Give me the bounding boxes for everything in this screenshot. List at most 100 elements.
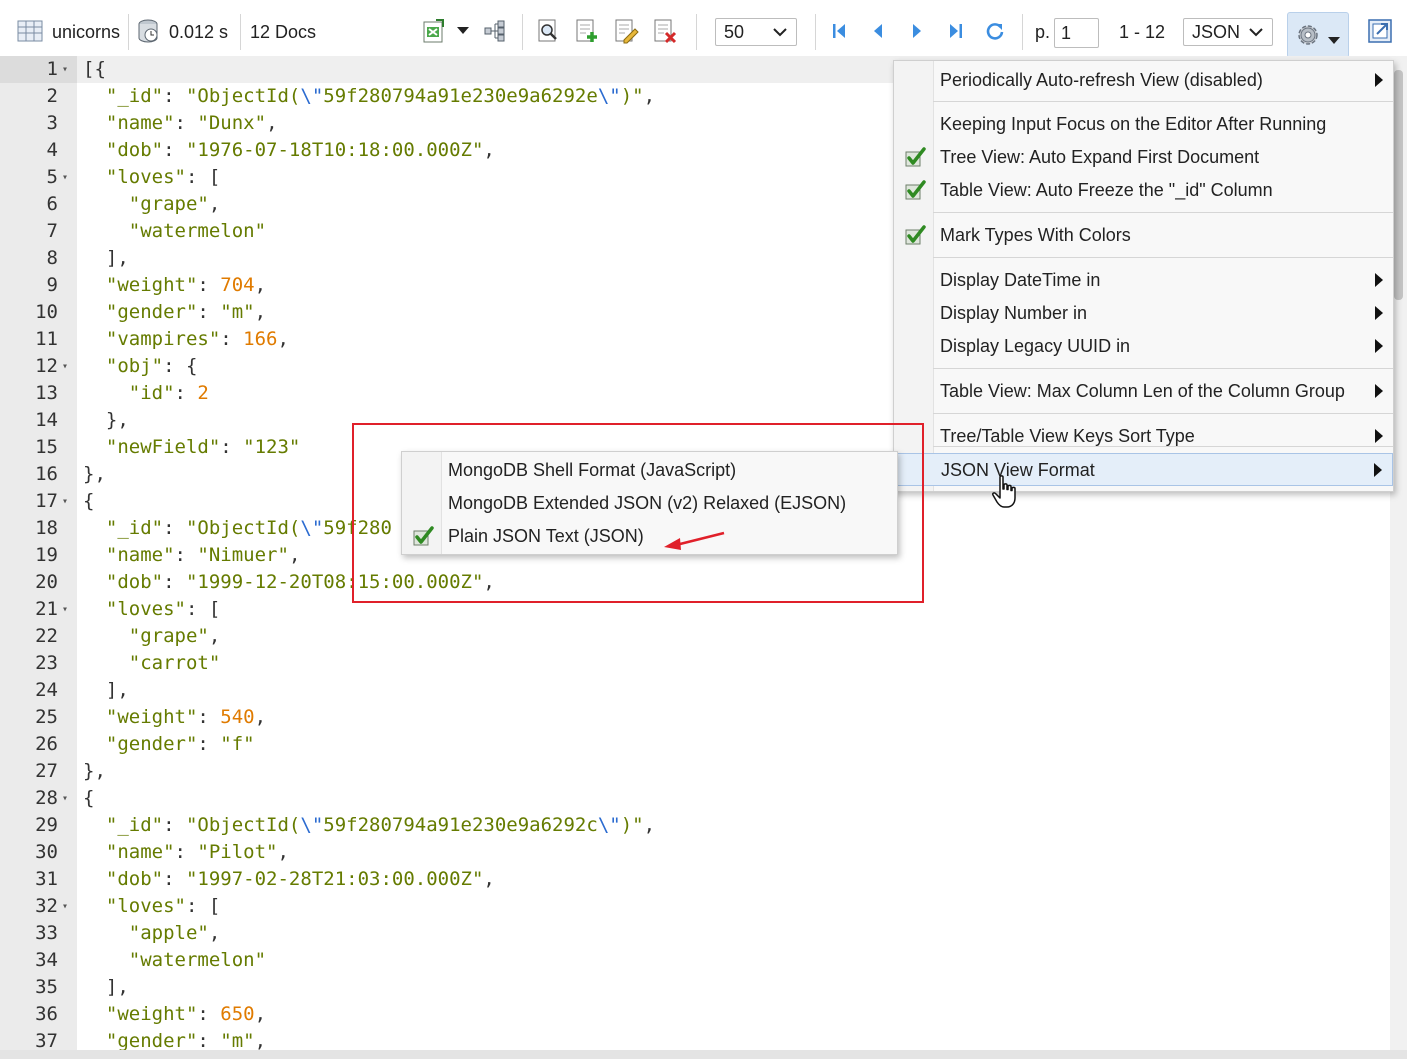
tree-icon[interactable] <box>481 17 509 45</box>
settings-menu-button[interactable] <box>1287 12 1349 58</box>
settings-menu-item[interactable]: Keeping Input Focus on the Editor After … <box>894 108 1393 141</box>
code-text: "_id": "ObjectId(\"59f280794a91e230e9a62… <box>105 85 656 107</box>
code-line[interactable]: 28 ▾ { <box>0 785 1390 812</box>
code-text: { <box>83 787 95 809</box>
code-text: ], <box>105 247 129 269</box>
code-line[interactable]: 36 "weight": 650, <box>0 1001 1390 1028</box>
submenu-arrow-icon <box>1375 339 1383 353</box>
code-line[interactable]: 29 "_id": "ObjectId(\"59f280794a91e230e9… <box>0 812 1390 839</box>
edit-doc-icon[interactable] <box>612 17 640 45</box>
code-line[interactable]: 30 "name": "Pilot", <box>0 839 1390 866</box>
code-line[interactable]: 32 ▾ "loves": [ <box>0 893 1390 920</box>
code-line[interactable]: 35 ], <box>0 974 1390 1001</box>
code-text: "apple", <box>128 922 221 944</box>
code-line[interactable]: 34 "watermelon" <box>0 947 1390 974</box>
line-number: 27 <box>35 760 58 782</box>
code-line[interactable]: 22 "grape", <box>0 623 1390 650</box>
dropdown-caret-icon[interactable] <box>449 17 477 45</box>
settings-menu-item[interactable]: Mark Types With Colors <box>894 219 1393 252</box>
export-icon[interactable] <box>420 17 448 45</box>
line-number: 2 <box>46 85 58 107</box>
menu-item-label: Table View: Max Column Len of the Column… <box>940 381 1345 401</box>
code-text: "grape", <box>128 193 221 215</box>
settings-menu-item[interactable]: JSON View Format <box>894 453 1393 486</box>
fold-toggle-icon[interactable]: ▾ <box>62 56 68 83</box>
settings-menu-item[interactable]: Display DateTime in <box>894 264 1393 297</box>
next-page-icon[interactable] <box>903 17 931 45</box>
settings-menu-item[interactable]: Tree View: Auto Expand First Document <box>894 141 1393 174</box>
code-line[interactable]: 31 "dob": "1997-02-28T21:03:00.000Z", <box>0 866 1390 893</box>
first-page-icon[interactable] <box>825 17 853 45</box>
code-text: "id": 2 <box>128 382 209 404</box>
settings-menu-item[interactable]: Periodically Auto-refresh View (disabled… <box>894 64 1393 97</box>
view-format-select[interactable]: JSON <box>1183 18 1273 46</box>
scrollbar-thumb[interactable] <box>1394 70 1403 300</box>
code-line[interactable]: 33 "apple", <box>0 920 1390 947</box>
insert-doc-icon[interactable] <box>573 17 601 45</box>
code-text: "_id": "ObjectId(\"59f280 <box>105 517 392 539</box>
line-number: 21 <box>35 598 58 620</box>
settings-menu-item[interactable]: Table View: Max Column Len of the Column… <box>894 375 1393 408</box>
red-arrow-annotation <box>664 531 725 550</box>
fold-toggle-icon[interactable]: ▾ <box>62 893 68 920</box>
page-size-select[interactable]: 50 <box>715 18 797 46</box>
page-number-input[interactable]: 1 <box>1054 18 1099 48</box>
popout-icon[interactable] <box>1366 17 1394 45</box>
fold-toggle-icon[interactable]: ▾ <box>62 596 68 623</box>
submenu-arrow-icon <box>1374 463 1382 477</box>
line-number: 29 <box>35 814 58 836</box>
delete-doc-icon[interactable] <box>651 17 679 45</box>
fold-toggle-icon[interactable]: ▾ <box>62 164 68 191</box>
last-page-icon[interactable] <box>942 17 970 45</box>
find-icon[interactable] <box>534 17 562 45</box>
page-label: p. <box>1035 22 1051 42</box>
code-text: "watermelon" <box>128 949 267 971</box>
line-number: 28 <box>35 787 58 809</box>
settings-menu: Periodically Auto-refresh View (disabled… <box>893 60 1394 492</box>
code-line[interactable]: 23 "carrot" <box>0 650 1390 677</box>
code-line[interactable]: 27}, <box>0 758 1390 785</box>
code-line[interactable]: 25 "weight": 540, <box>0 704 1390 731</box>
code-text: "dob": "1976-07-18T10:18:00.000Z", <box>105 139 495 161</box>
horizontal-scrollbar[interactable] <box>0 1050 1407 1059</box>
timer-icon <box>134 17 162 45</box>
code-text: "obj": { <box>105 355 198 377</box>
prev-page-icon[interactable] <box>864 17 892 45</box>
line-number: 35 <box>35 976 58 998</box>
line-number: 14 <box>35 409 58 431</box>
code-text: "loves": [ <box>105 598 221 620</box>
settings-menu-item[interactable]: Table View: Auto Freeze the "_id" Column <box>894 174 1393 207</box>
code-text: }, <box>105 409 129 431</box>
code-text: [{ <box>83 58 106 80</box>
collection-name: unicorns <box>52 22 121 42</box>
line-number: 11 <box>35 328 58 350</box>
settings-menu-item[interactable]: Tree/Table View Keys Sort Type <box>894 420 1393 453</box>
menu-separator <box>933 257 1393 258</box>
fold-toggle-icon[interactable]: ▾ <box>62 353 68 380</box>
table-icon <box>16 17 44 45</box>
checkmark-icon <box>904 225 926 252</box>
code-text: { <box>83 490 95 512</box>
code-text: "loves": [ <box>105 166 221 188</box>
line-number: 26 <box>35 733 58 755</box>
code-text: "weight": 540, <box>105 706 267 728</box>
settings-menu-item[interactable]: Display Number in <box>894 297 1393 330</box>
menu-item-label: Display Legacy UUID in <box>940 336 1131 356</box>
code-text: "loves": [ <box>105 895 221 917</box>
menu-item-label: Mark Types With Colors <box>940 225 1131 245</box>
line-number: 22 <box>35 625 58 647</box>
code-text: "vampires": 166, <box>105 328 289 350</box>
settings-menu-item[interactable]: Display Legacy UUID in <box>894 330 1393 363</box>
fold-toggle-icon[interactable]: ▾ <box>62 488 68 515</box>
fold-toggle-icon[interactable]: ▾ <box>62 785 68 812</box>
code-text: ], <box>105 679 129 701</box>
view-format-value: JSON <box>1192 21 1241 42</box>
refresh-icon[interactable] <box>981 17 1009 45</box>
code-line[interactable]: 26 "gender": "f" <box>0 731 1390 758</box>
code-text: "name": "Dunx", <box>105 112 278 134</box>
code-line[interactable]: 24 ], <box>0 677 1390 704</box>
line-number: 18 <box>35 517 58 539</box>
menu-separator <box>933 413 1393 414</box>
line-number: 15 <box>35 436 58 458</box>
dropdown-caret-icon <box>1328 32 1340 50</box>
